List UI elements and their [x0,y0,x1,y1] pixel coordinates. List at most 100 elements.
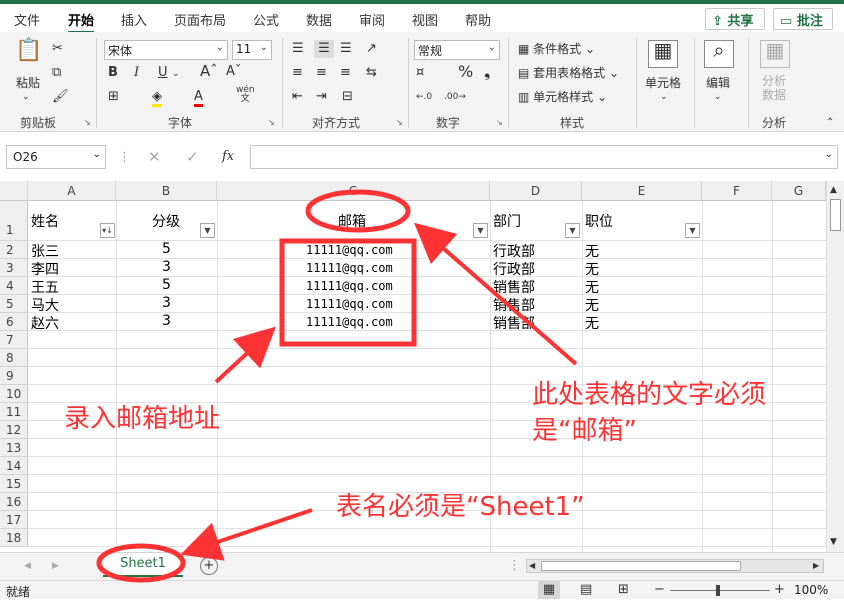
decrease-font-icon[interactable]: Aˇ [226,63,241,81]
align-middle-icon[interactable]: ☰ [314,40,334,58]
row-header[interactable]: 10 [0,385,28,403]
cell-dept[interactable]: 行政部 [493,259,535,279]
decrease-indent-icon[interactable]: ⇤ [292,88,303,106]
row-header[interactable]: 12 [0,421,28,439]
conditional-formatting-button[interactable]: ▦ 条件格式 ⌄ [518,40,595,58]
copy-icon[interactable]: ⧉ [52,64,61,82]
cell-email[interactable]: 11111@qq.com [306,279,393,293]
cell-name[interactable]: 赵六 [31,313,59,333]
orientation-icon[interactable]: ↗ [366,40,377,58]
tab-formulas[interactable]: 公式 [253,10,279,29]
filter-dropdown-icon[interactable]: ▼ [685,223,700,238]
next-sheet-icon[interactable]: ▶ [52,557,59,575]
chevron-down-icon[interactable]: ⌄ [714,88,722,106]
cell-name[interactable]: 马大 [31,295,59,315]
dialog-launcher-icon[interactable]: ↘ [268,118,275,127]
increase-font-icon[interactable]: Aˆ [200,62,218,80]
zoom-level[interactable]: 100% [794,583,828,597]
filter-dropdown-icon[interactable]: ▼ [473,223,488,238]
header-cell-email[interactable]: 邮箱 [338,211,366,231]
cell-level[interactable]: 5 [162,277,171,293]
zoom-slider-thumb[interactable] [716,585,720,596]
cell-position[interactable]: 无 [585,241,599,261]
cell-email[interactable]: 11111@qq.com [306,315,393,329]
column-header-a[interactable]: A [28,181,116,201]
select-all-corner[interactable] [0,181,28,201]
page-break-view-icon[interactable]: ⊞ [618,581,629,599]
currency-icon[interactable]: ¤ [416,64,424,82]
format-painter-icon[interactable]: 🖌 [52,88,69,106]
tab-page-layout[interactable]: 页面布局 [174,10,226,29]
scroll-thumb[interactable] [830,199,841,231]
font-size-select[interactable]: 11 ⌄ [232,40,272,60]
search-icon[interactable]: ⌕ [704,40,734,68]
cell-dept[interactable]: 行政部 [493,241,535,261]
merge-center-icon[interactable]: ⊟ [342,88,353,106]
align-top-icon[interactable]: ☰ [292,40,304,58]
cell-level[interactable]: 3 [162,295,171,311]
dialog-launcher-icon[interactable]: ↘ [396,118,403,127]
align-right-icon[interactable]: ≡ [340,64,351,82]
row-header[interactable]: 6 [0,313,28,331]
row-header[interactable]: 15 [0,475,28,493]
cells-icon[interactable]: ▦ [648,40,678,68]
cell-position[interactable]: 无 [585,259,599,279]
cell-name[interactable]: 李四 [31,259,59,279]
column-header-c[interactable]: C [217,181,490,201]
row-header[interactable]: 2 [0,241,28,259]
cancel-icon[interactable]: ✕ [148,148,161,166]
enter-icon[interactable]: ✓ [186,148,199,166]
normal-view-icon[interactable]: ▦ [538,581,560,599]
column-header-b[interactable]: B [116,181,217,201]
format-as-table-button[interactable]: ▤ 套用表格格式 ⌄ [518,64,619,82]
row-header[interactable]: 11 [0,403,28,421]
paste-icon[interactable]: 📋 [14,40,44,72]
cut-icon[interactable]: ✂ [52,40,63,58]
scroll-thumb[interactable] [541,561,741,571]
comma-style-icon[interactable]: ❟ [484,63,490,81]
header-cell-name[interactable]: 姓名 [31,211,59,231]
zoom-in-icon[interactable]: + [774,581,785,599]
cell-level[interactable]: 3 [162,259,171,275]
row-header[interactable]: 3 [0,259,28,277]
share-button[interactable]: ⇪ 共享 [705,8,765,30]
tab-file[interactable]: 文件 [14,10,40,29]
tab-help[interactable]: 帮助 [465,10,491,29]
bold-button[interactable]: B [108,64,118,82]
row-header[interactable]: 17 [0,511,28,529]
page-layout-view-icon[interactable]: ▤ [580,581,592,599]
cell-styles-button[interactable]: ▥ 单元格样式 ⌄ [518,88,607,106]
scroll-right-icon[interactable]: ▶ [813,557,819,575]
cell-email[interactable]: 11111@qq.com [306,297,393,311]
row-header[interactable]: 4 [0,277,28,295]
row-header[interactable]: 5 [0,295,28,313]
prev-sheet-icon[interactable]: ◀ [24,557,31,575]
collapse-ribbon-icon[interactable]: ⌃ [826,114,834,132]
row-header[interactable]: 8 [0,349,28,367]
decrease-decimal-icon[interactable]: .00→ [444,88,466,106]
underline-button[interactable]: U [158,64,168,82]
row-header[interactable]: 7 [0,331,28,349]
dialog-launcher-icon[interactable]: ↘ [496,118,503,127]
column-header-g[interactable]: G [772,181,826,201]
wrap-text-icon[interactable]: ⇆ [366,64,377,82]
tab-home[interactable]: 开始 [68,10,95,34]
cell-level[interactable]: 3 [162,313,171,329]
percent-icon[interactable]: % [458,63,473,81]
tab-data[interactable]: 数据 [306,10,332,29]
dialog-launcher-icon[interactable]: ↘ [84,118,91,127]
chevron-down-icon[interactable]: ⌄ [22,88,30,106]
cell-email[interactable]: 11111@qq.com [306,243,393,257]
font-color-icon[interactable]: A [194,88,203,107]
fill-color-icon[interactable]: ◈ [152,88,162,107]
row-header[interactable]: 9 [0,367,28,385]
increase-indent-icon[interactable]: ⇥ [316,88,327,106]
row-header[interactable]: 16 [0,493,28,511]
cell-position[interactable]: 无 [585,313,599,333]
chevron-down-icon[interactable]: ⌄ [172,65,180,83]
formula-input[interactable]: ⌄ [250,145,838,169]
tab-insert[interactable]: 插入 [121,10,147,29]
filter-dropdown-icon[interactable]: ▼ [200,223,215,238]
zoom-slider[interactable] [670,590,770,591]
border-icon[interactable]: ⊞ [108,88,119,106]
